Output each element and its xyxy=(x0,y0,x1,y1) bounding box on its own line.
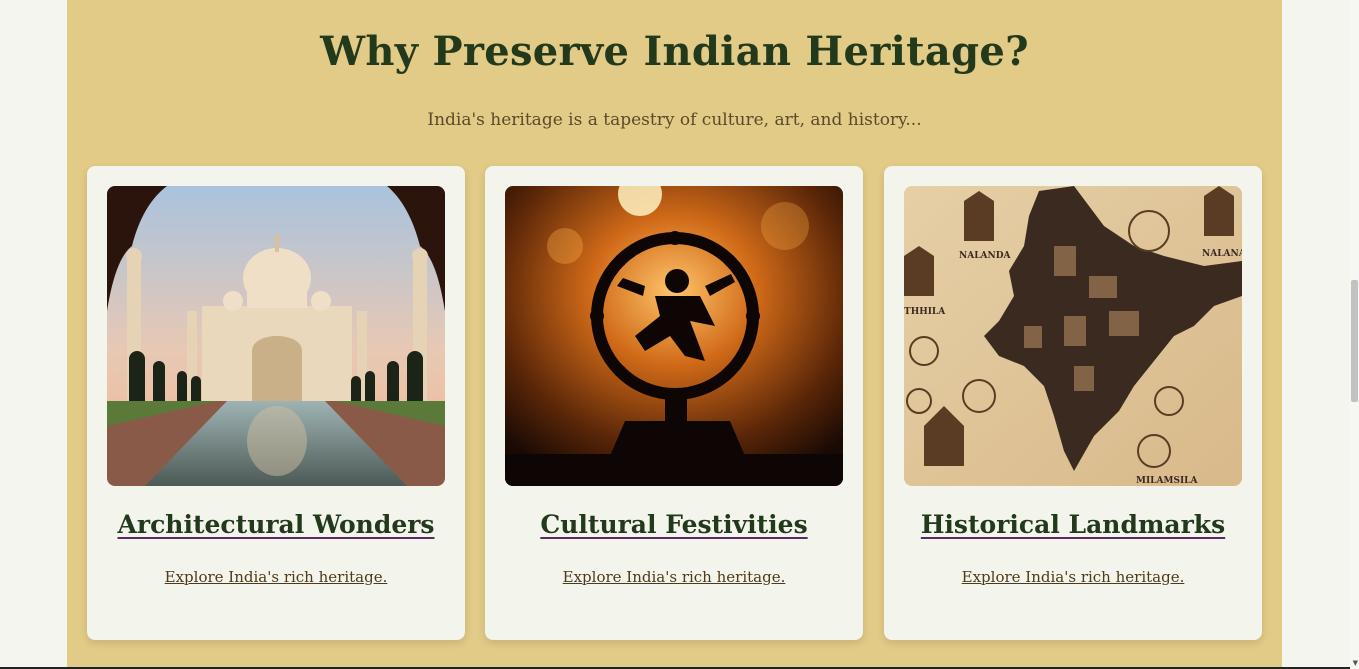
svg-text:MILAMSILA: MILAMSILA xyxy=(1136,476,1198,486)
section-subtitle: India's heritage is a tapestry of cultur… xyxy=(427,110,922,130)
svg-text:THHILA: THHILA xyxy=(904,307,946,317)
svg-text:NALANDA: NALANDA xyxy=(959,251,1012,261)
card-title-architectural-wonders[interactable]: Architectural Wonders xyxy=(87,510,465,539)
card-cultural-festivities: Cultural Festivities Explore India's ric… xyxy=(485,166,863,640)
svg-text:NALANA: NALANA xyxy=(1202,249,1242,259)
card-link-explore[interactable]: Explore India's rich heritage. xyxy=(87,568,465,586)
heritage-section: Why Preserve Indian Heritage? India's he… xyxy=(67,0,1282,669)
section-title: Why Preserve Indian Heritage? xyxy=(320,28,1029,75)
card-architectural-wonders: Architectural Wonders Explore India's ri… xyxy=(87,166,465,640)
card-title-historical-landmarks[interactable]: Historical Landmarks xyxy=(884,510,1262,539)
svg-text:TAKSHILA: TAKSHILA xyxy=(1126,259,1181,269)
nataraja-silhouette-image xyxy=(505,186,843,486)
scrollbar-thumb[interactable] xyxy=(1351,280,1358,402)
vertical-scrollbar[interactable]: ▼ xyxy=(1349,0,1359,669)
card-link-explore[interactable]: Explore India's rich heritage. xyxy=(884,568,1262,586)
heritage-map-image: NALANDA TAKSHILA NALANA THHILA MILAMSILA xyxy=(904,186,1242,486)
scroll-down-arrow-icon[interactable]: ▼ xyxy=(1353,659,1358,667)
card-title-cultural-festivities[interactable]: Cultural Festivities xyxy=(485,510,863,539)
card-historical-landmarks: NALANDA TAKSHILA NALANA THHILA MILAMSILA… xyxy=(884,166,1262,640)
taj-mahal-image xyxy=(107,186,445,486)
card-link-explore[interactable]: Explore India's rich heritage. xyxy=(485,568,863,586)
